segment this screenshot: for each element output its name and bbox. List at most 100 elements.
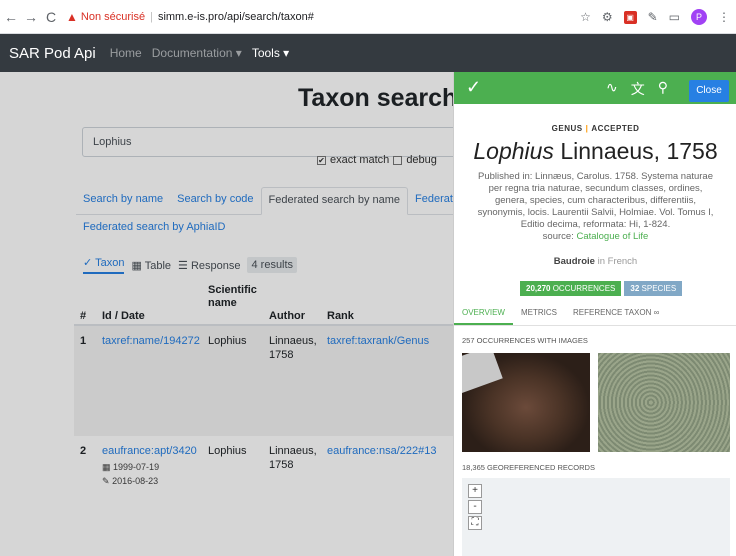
cast-icon[interactable]: ▭ [669, 10, 680, 24]
subtab-taxon-label: Taxon [95, 257, 125, 269]
response-icon: ☰ [178, 259, 188, 272]
translate-icon[interactable]: 文 [631, 79, 645, 99]
occurrence-map[interactable]: + - ⛶ [462, 478, 730, 556]
subtab-response[interactable]: ☰ Response [178, 259, 240, 272]
species-count: 32 [630, 284, 640, 293]
col-num: # [80, 310, 87, 322]
search-tabs: Search by name Search by code Federated … [76, 187, 476, 215]
occurrences-label: OCCURRENCES [552, 284, 616, 293]
row-scientific-name: Lophius [208, 335, 247, 347]
app-navbar: SAR Pod Api Home Documentation ▾ Tools ▾ [0, 34, 736, 72]
species-label: SPECIES [641, 284, 677, 293]
zoom-out-button[interactable]: - [468, 500, 482, 514]
tab-search-by-code[interactable]: Search by code [170, 187, 260, 214]
nav-tools[interactable]: Tools ▾ [252, 46, 289, 60]
url-text[interactable]: simm.e-is.pro/api/search/taxon# [158, 11, 314, 23]
debug-checkbox[interactable] [393, 155, 403, 165]
search-icon[interactable]: ⚲ [658, 79, 668, 99]
vernacular-name: Baudroie in French [454, 256, 736, 267]
occurrence-photo[interactable] [462, 353, 590, 452]
panel-tabs: OVERVIEW METRICS REFERENCE TAXON ∞ [454, 302, 736, 326]
row-author: Linnaeus, 1758 [269, 445, 317, 471]
publication-info: Published in: Linnæus, Carolus. 1758. Sy… [474, 171, 717, 243]
gbif-logo-icon: ✓ [466, 77, 482, 97]
fullscreen-button[interactable]: ⛶ [468, 516, 482, 530]
subtab-table[interactable]: ▦ Table [131, 259, 171, 272]
forward-icon[interactable]: → [22, 9, 40, 25]
tab-federated-search-by-name[interactable]: Federated search by name [260, 187, 409, 215]
page-title: Taxon search [298, 84, 458, 112]
exact-match-label: exact match [330, 154, 390, 166]
taxon-status: GENUS | ACCEPTED [454, 124, 736, 133]
reload-icon[interactable]: C [42, 9, 60, 25]
row-id-link[interactable]: taxref:name/194272 [102, 334, 200, 348]
tab-search-by-name[interactable]: Search by name [76, 187, 170, 214]
pulse-icon[interactable]: ∿ [606, 79, 618, 99]
address-bar[interactable]: ▲ Non sécurisé | simm.e-is.pro/api/searc… [66, 5, 566, 29]
zoom-in-button[interactable]: + [468, 484, 482, 498]
star-icon[interactable]: ☆ [580, 10, 591, 24]
row-author: Linnaeus, 1758 [269, 335, 317, 361]
taxon-name: Lophius Linnaeus, 1758 [454, 138, 736, 165]
vernacular-language: in French [597, 256, 638, 267]
debug-label: debug [406, 154, 437, 166]
row-number: 2 [80, 445, 87, 457]
source-label: source: [542, 231, 574, 242]
row-rank-link[interactable]: taxref:taxrank/Genus [327, 334, 429, 348]
profile-avatar[interactable]: P [691, 9, 707, 25]
col-id-date: Id / Date [102, 310, 145, 322]
col-author: Author [269, 310, 306, 322]
taxon-info-panel: ✓ ∿ 文 ⚲ Close GENUS | ACCEPTED Lophius Lin… [453, 72, 736, 556]
status-separator: | [585, 124, 589, 133]
species-badge[interactable]: 32 SPECIES [624, 281, 683, 296]
tab-federated-search-by-aphiaid[interactable]: Federated search by AphiaID [83, 221, 225, 233]
col-rank: Rank [327, 310, 354, 322]
nav-home[interactable]: Home [110, 46, 142, 60]
subtab-taxon[interactable]: ✓ Taxon [83, 256, 125, 274]
subtab-table-label: Table [144, 259, 171, 272]
not-secure-label: Non sécurisé [80, 10, 146, 23]
vernacular-value: Baudroie [553, 256, 595, 267]
georeferenced-label: 18,365 GEOREFERENCED RECORDS [462, 463, 595, 472]
taxon-rank: GENUS [551, 124, 583, 133]
close-button[interactable]: Close [689, 80, 729, 102]
row-rank-link[interactable]: eaufrance:nsa/222#13 [327, 444, 436, 458]
table-row: 1 taxref:name/194272 Lophius Linnaeus, 1… [74, 326, 465, 436]
browser-toolbar: ← → C ▲ Non sécurisé | simm.e-is.pro/api… [0, 0, 736, 34]
menu-icon[interactable]: ⋮ [718, 10, 730, 24]
search-input[interactable]: Lophius [82, 127, 482, 157]
nav-documentation[interactable]: Documentation ▾ [152, 46, 242, 60]
tab-overview[interactable]: OVERVIEW [454, 302, 513, 325]
row-number: 1 [80, 335, 87, 347]
occurrences-badge[interactable]: 20,270 OCCURRENCES [520, 281, 622, 296]
extension-icon[interactable]: ⚙ [602, 10, 613, 24]
table-header: # Id / Date Scientific name Author Rank … [74, 280, 469, 326]
published-text: Published in: Linnæus, Carolus. 1758. Sy… [477, 171, 714, 230]
pencil-icon: ✎ [102, 476, 110, 486]
brand[interactable]: SAR Pod Api [9, 45, 96, 62]
address-separator: | [150, 10, 153, 23]
search-options: ✔ exact match debug [317, 154, 437, 166]
back-icon[interactable]: ← [2, 9, 20, 25]
taxon-state: ACCEPTED [591, 124, 640, 133]
col-scientific-name: Scientific name [208, 284, 257, 309]
row-modified-date: ✎ 2016-08-23 [102, 474, 158, 488]
subtab-response-label: Response [190, 259, 241, 272]
tab-metrics[interactable]: METRICS [513, 302, 565, 325]
row-id-link[interactable]: eaufrance:apt/3420 [102, 444, 197, 458]
taxon-author: Linnaeus, 1758 [560, 138, 718, 164]
result-subtabs: ✓ Taxon ▦ Table ☰ Response 4 results [83, 256, 298, 274]
source-link[interactable]: Catalogue of Life [576, 231, 648, 242]
exact-match-checkbox[interactable]: ✔ [317, 155, 326, 165]
taxon-genus: Lophius [473, 138, 554, 164]
panel-header: ✓ ∿ 文 ⚲ Close [454, 72, 736, 104]
created-date-text: 1999-07-19 [113, 462, 160, 472]
pdf-extension-icon[interactable]: ▣ [623, 10, 637, 24]
tab-reference-taxon[interactable]: REFERENCE TAXON ∞ [565, 302, 667, 325]
occurrence-photo[interactable] [598, 353, 730, 452]
pen-extension-icon[interactable]: ✎ [648, 10, 658, 24]
calendar-icon: ▦ [102, 462, 111, 472]
taxon-stats: 20,270 OCCURRENCES 32 SPECIES [520, 281, 683, 296]
row-scientific-name: Lophius [208, 445, 247, 457]
occurrence-images-label: 257 OCCURRENCES WITH IMAGES [462, 336, 588, 345]
